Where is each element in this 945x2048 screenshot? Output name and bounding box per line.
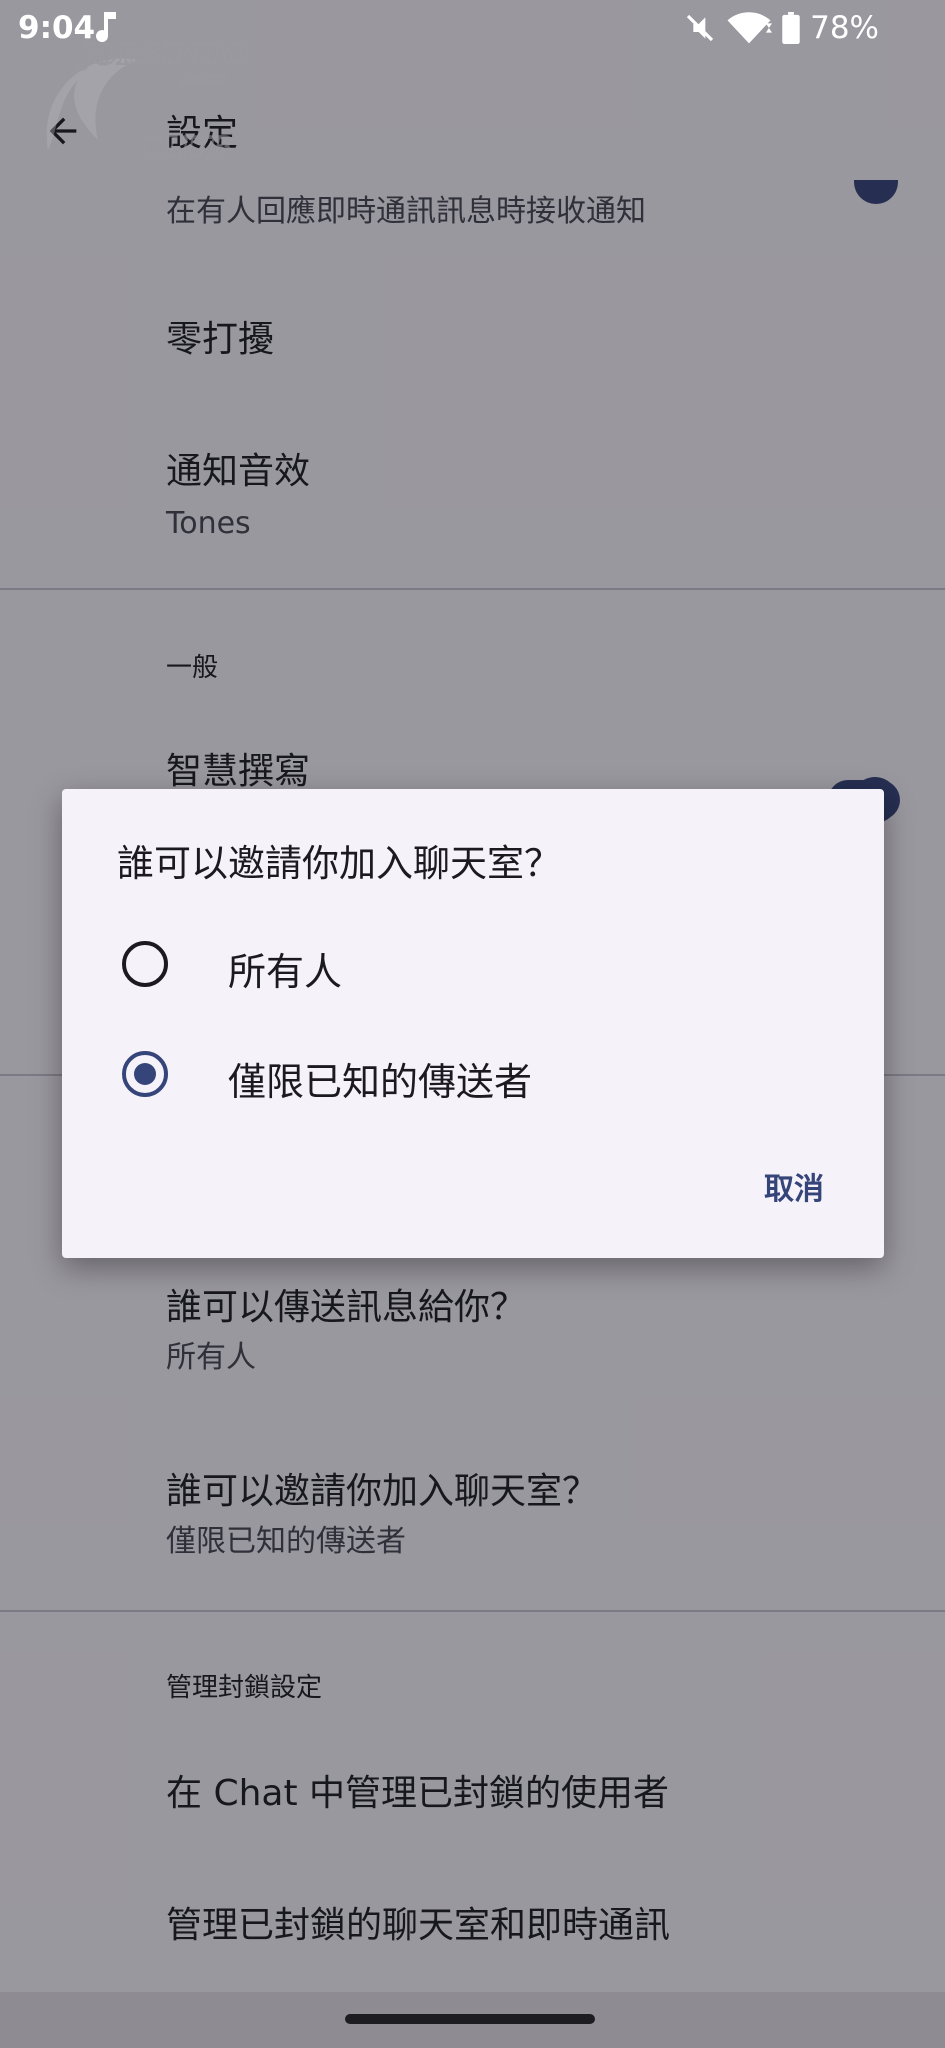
gesture-nav-bar [0, 1992, 945, 2048]
screen: 設定 在有人回應即時通訊訊息時接收通知 零打擾 通知音效 Tones 一般 智慧… [0, 0, 945, 2048]
radio-option-everyone[interactable]: 所有人 [62, 915, 884, 1011]
home-gesture-handle[interactable] [345, 2014, 595, 2024]
radio-option-label: 所有人 [228, 950, 343, 994]
battery-icon [782, 12, 800, 44]
watermark-logo: JORSINDO .com CLUB [46, 37, 250, 167]
invite-permission-dialog: 誰可以邀請你加入聊天室？ 所有人 僅限已知的傳送者 取消 [62, 789, 884, 1258]
svg-text:.com: .com [178, 68, 226, 89]
radio-option-label: 僅限已知的傳送者 [228, 1060, 533, 1104]
mute-icon [686, 14, 714, 42]
radio-selected-dot [134, 1063, 156, 1085]
svg-text:JORSINDO: JORSINDO [75, 38, 249, 71]
status-icons: 78% [684, 10, 879, 46]
svg-text:CLUB: CLUB [138, 131, 233, 166]
dialog-title: 誰可以邀請你加入聊天室？ [117, 842, 561, 885]
wifi-icon [727, 12, 773, 44]
radio-button-unselected[interactable] [122, 941, 168, 987]
battery-percent: 78% [810, 10, 879, 46]
radio-option-known-senders[interactable]: 僅限已知的傳送者 [62, 1025, 884, 1121]
cancel-button[interactable]: 取消 [748, 1152, 840, 1220]
radio-button-selected[interactable] [122, 1051, 168, 1097]
